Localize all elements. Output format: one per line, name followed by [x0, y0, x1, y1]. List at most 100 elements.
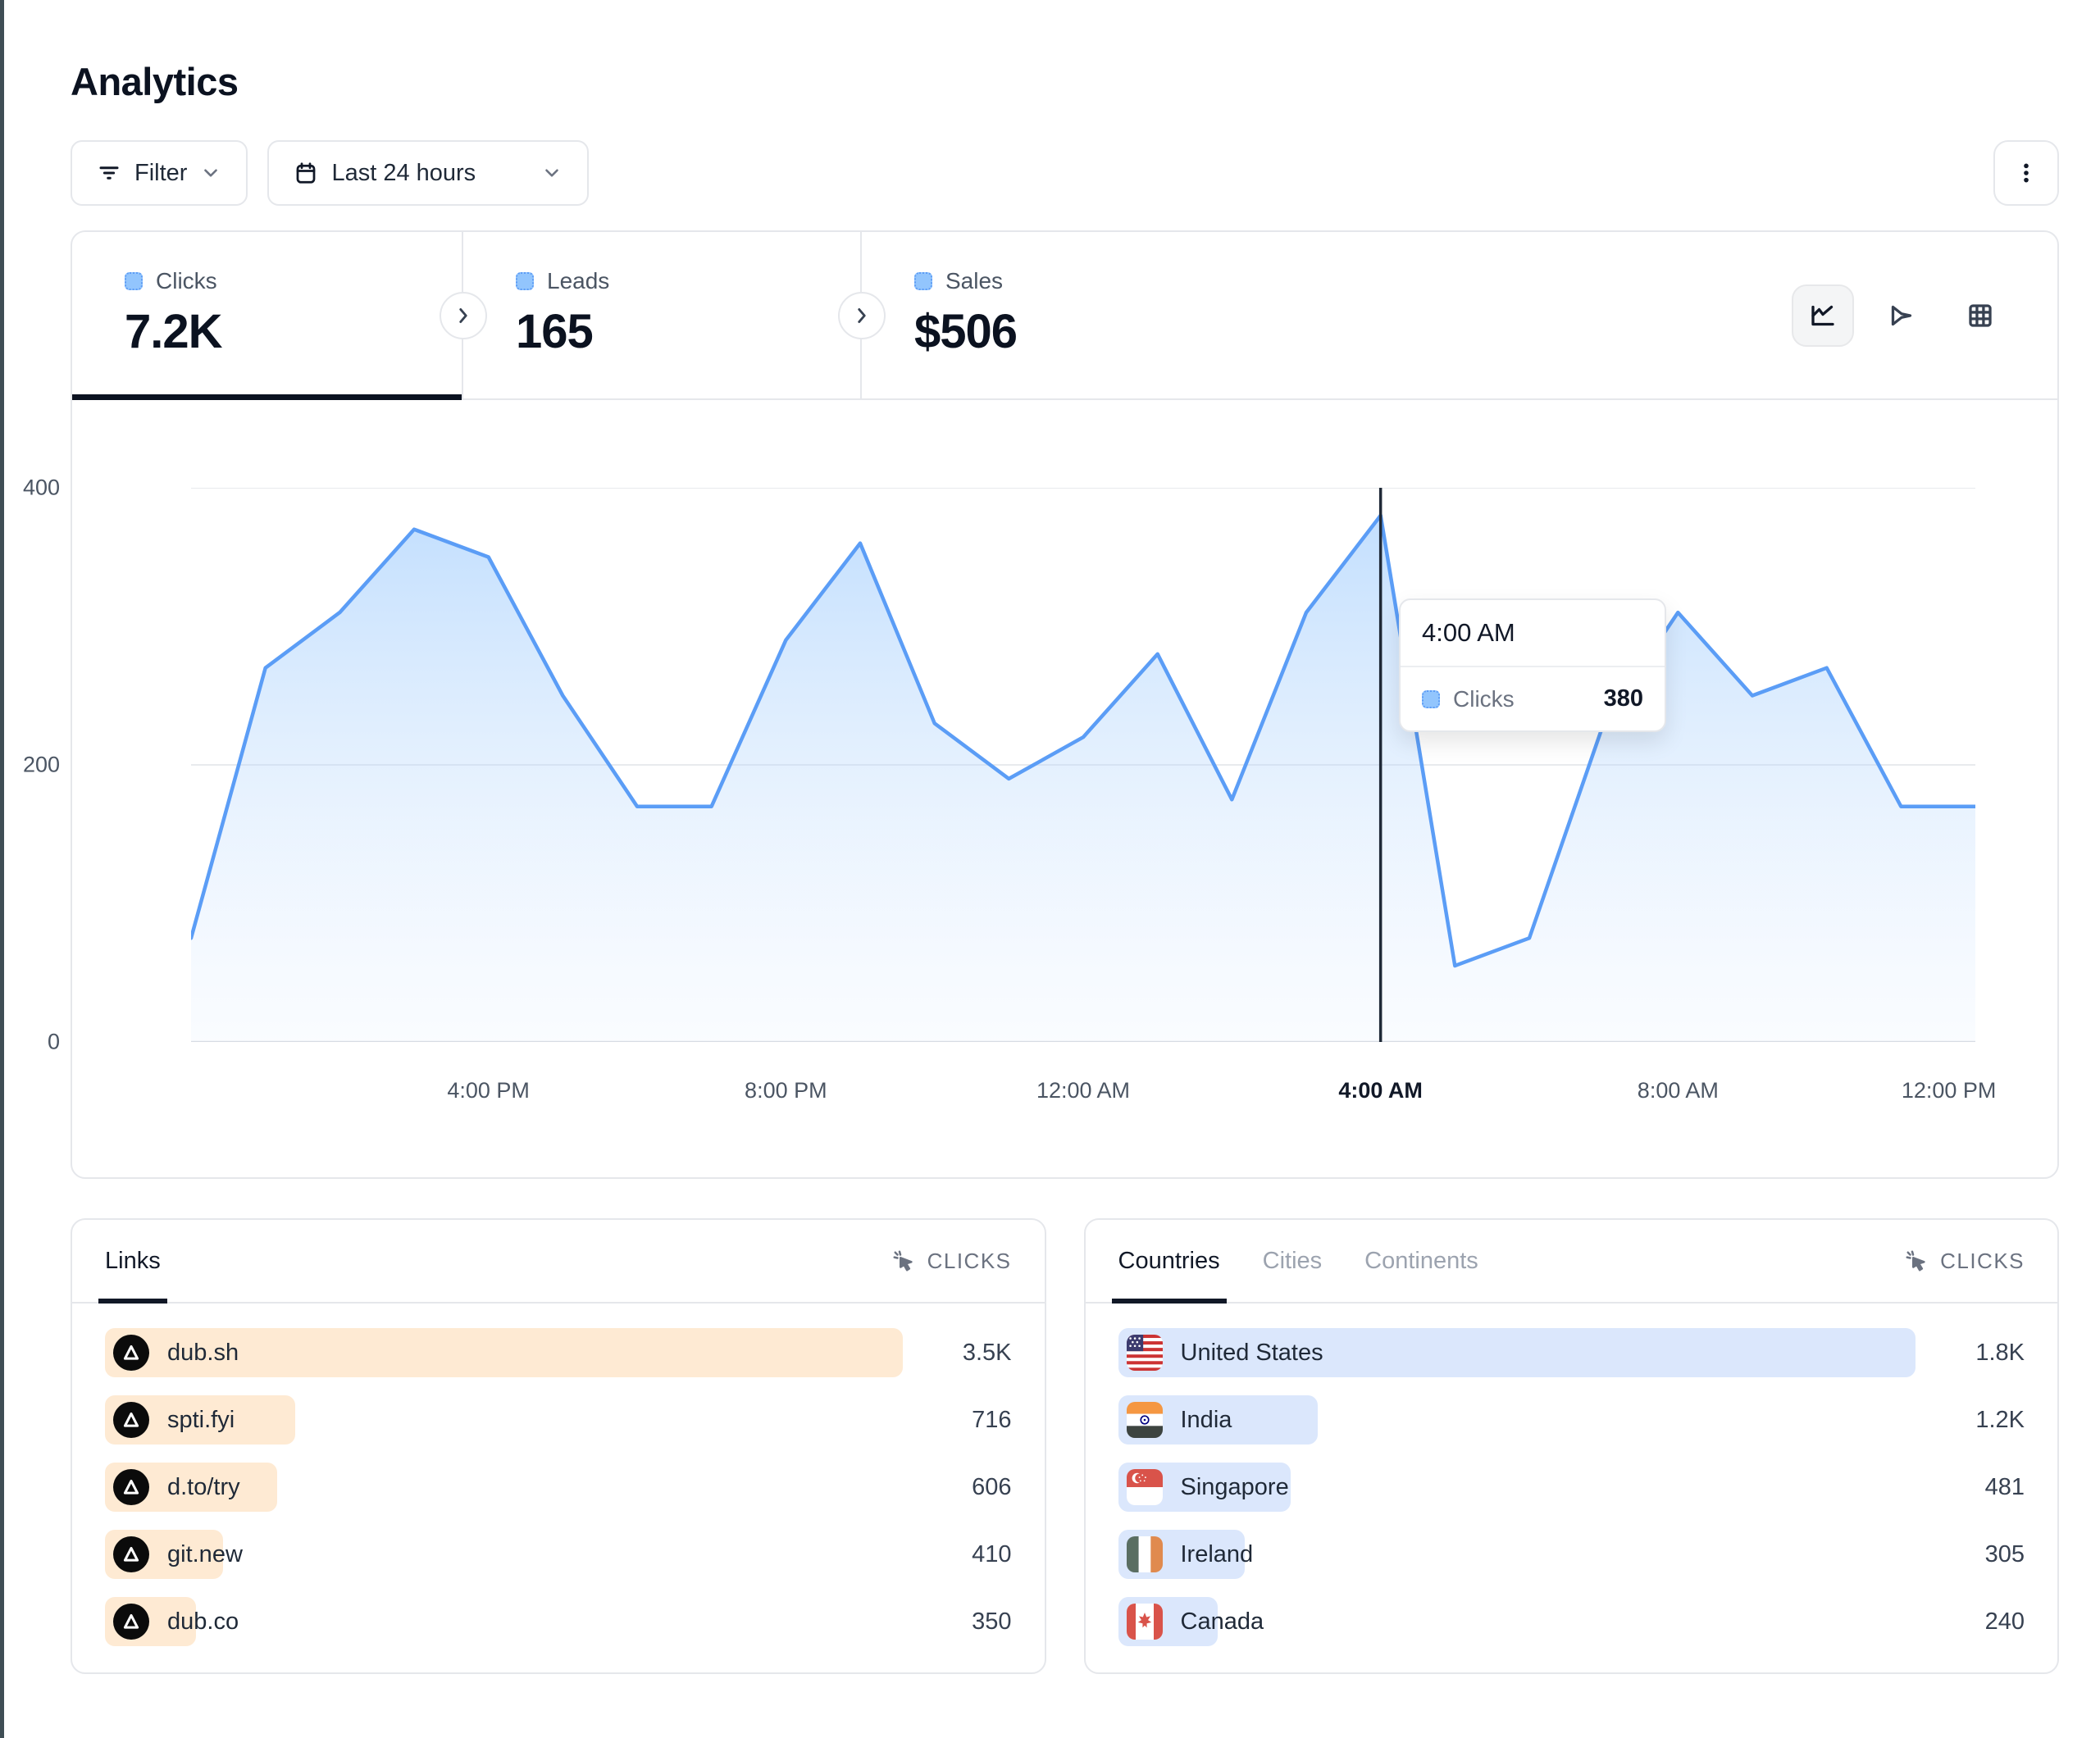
- chart-type-switcher: [1792, 284, 2057, 347]
- countries-list: United States 1.8K India: [1086, 1304, 2058, 1646]
- tab-continents[interactable]: Continents: [1364, 1220, 1478, 1302]
- sales-series-swatch: [914, 272, 932, 290]
- tab-links-label: Links: [105, 1248, 161, 1275]
- link-value: 410: [972, 1541, 1011, 1568]
- dub-logo-icon: [113, 1536, 149, 1572]
- clicks-time-series-chart[interactable]: 400 200 0 4:00 PM8:00 PM12: [72, 400, 2057, 1177]
- filter-button-label: Filter: [134, 160, 187, 187]
- link-label: git.new: [167, 1541, 243, 1568]
- chevron-down-icon: [541, 162, 563, 184]
- country-value: 305: [1985, 1541, 2025, 1568]
- country-row[interactable]: Canada 240: [1118, 1597, 2025, 1646]
- dub-logo-icon: [113, 1469, 149, 1505]
- link-label: dub.co: [167, 1608, 239, 1636]
- page-title: Analytics: [71, 59, 2059, 104]
- tab-sales-label: Sales: [945, 268, 1003, 294]
- x-axis: 4:00 PM8:00 PM12:00 AM4:00 AM8:00 AM12:0…: [191, 1067, 1975, 1116]
- tab-links[interactable]: Links: [105, 1220, 161, 1302]
- country-value: 481: [1985, 1474, 2025, 1501]
- dub-logo-icon: [113, 1335, 149, 1371]
- tab-clicks[interactable]: Clicks 7.2K: [72, 232, 462, 398]
- table-grid-icon[interactable]: [1949, 284, 2011, 347]
- chart-area-fill: [191, 516, 1975, 1042]
- window-edge: [0, 0, 4, 1738]
- analytics-page: Analytics Filter Last 24 hours: [0, 0, 2100, 1674]
- country-label: United States: [1181, 1340, 1323, 1367]
- links-metric-selector[interactable]: CLICKS: [891, 1249, 1012, 1274]
- link-label: dub.sh: [167, 1340, 239, 1367]
- filter-lines-icon: [97, 161, 121, 185]
- country-label: Canada: [1181, 1608, 1264, 1636]
- tab-cities[interactable]: Cities: [1263, 1220, 1323, 1302]
- dub-logo-icon: [113, 1402, 149, 1438]
- country-label: Singapore: [1181, 1474, 1289, 1501]
- country-row[interactable]: India 1.2K: [1118, 1395, 2025, 1445]
- filter-button[interactable]: Filter: [71, 140, 248, 206]
- links-metric-label: CLICKS: [927, 1249, 1012, 1274]
- y-axis-label: 400: [0, 475, 60, 501]
- tab-leads[interactable]: Leads 165: [463, 232, 860, 398]
- x-axis-label: 12:00 PM: [1902, 1078, 1997, 1103]
- tab-clicks-value: 7.2K: [125, 304, 462, 359]
- countries-metric-selector[interactable]: CLICKS: [1904, 1249, 2025, 1274]
- calendar-icon: [294, 161, 318, 185]
- x-axis-label: 4:00 PM: [447, 1078, 530, 1103]
- country-value: 240: [1985, 1608, 2025, 1636]
- chart-tooltip: 4:00 AM Clicks 380: [1399, 598, 1666, 732]
- x-axis-label: 4:00 AM: [1338, 1078, 1423, 1103]
- chevron-down-icon: [200, 162, 221, 184]
- country-value: 1.8K: [1975, 1340, 2025, 1367]
- cursor-click-icon: [1904, 1249, 1929, 1273]
- tooltip-series-label: Clicks: [1453, 686, 1515, 712]
- chevron-right-icon[interactable]: [440, 292, 487, 339]
- countries-panel: Countries Cities Continents: [1084, 1218, 2060, 1674]
- y-axis-label: 200: [0, 753, 60, 778]
- tab-countries[interactable]: Countries: [1118, 1220, 1220, 1302]
- tab-sales-value: $506: [914, 304, 1288, 359]
- link-row[interactable]: d.to/try 606: [105, 1463, 1012, 1512]
- clicks-series-swatch: [125, 272, 143, 290]
- tab-sales[interactable]: Sales $506: [862, 232, 1288, 398]
- countries-metric-label: CLICKS: [1940, 1249, 2025, 1274]
- flag-india-icon: [1127, 1402, 1163, 1438]
- funnel-chart-icon[interactable]: [1870, 284, 1933, 347]
- link-row[interactable]: dub.co 350: [105, 1597, 1012, 1646]
- country-value: 1.2K: [1975, 1407, 2025, 1434]
- date-range-button[interactable]: Last 24 hours: [267, 140, 589, 206]
- date-range-label: Last 24 hours: [331, 160, 476, 187]
- line-chart-icon[interactable]: [1792, 284, 1854, 347]
- more-options-button[interactable]: [1993, 140, 2059, 206]
- x-axis-label: 8:00 PM: [745, 1078, 827, 1103]
- country-row[interactable]: United States 1.8K: [1118, 1328, 2025, 1377]
- link-row[interactable]: dub.sh 3.5K: [105, 1328, 1012, 1377]
- links-panel: Links CLICKS: [71, 1218, 1046, 1674]
- flag-singapore-icon: [1127, 1469, 1163, 1505]
- leads-series-swatch: [516, 272, 534, 290]
- dub-logo-icon: [113, 1604, 149, 1640]
- link-value: 606: [972, 1474, 1011, 1501]
- link-row[interactable]: spti.fyi 716: [105, 1395, 1012, 1445]
- links-list: dub.sh 3.5K spti.fyi 716: [72, 1304, 1045, 1646]
- tooltip-value: 380: [1604, 685, 1643, 712]
- link-value: 3.5K: [963, 1340, 1012, 1367]
- analytics-card: Clicks 7.2K Leads 165: [71, 230, 2059, 1179]
- toolbar: Filter Last 24 hours: [71, 140, 2059, 206]
- cursor-click-icon: [891, 1249, 916, 1273]
- tab-leads-value: 165: [516, 304, 860, 359]
- clicks-series-swatch: [1422, 690, 1440, 708]
- chevron-right-icon[interactable]: [838, 292, 886, 339]
- country-row[interactable]: Ireland 305: [1118, 1530, 2025, 1579]
- tab-clicks-label: Clicks: [156, 268, 217, 294]
- tab-cities-label: Cities: [1263, 1248, 1323, 1275]
- y-axis-label: 0: [0, 1030, 60, 1055]
- tab-leads-label: Leads: [547, 268, 609, 294]
- link-value: 716: [972, 1407, 1011, 1434]
- flag-ireland-icon: [1127, 1536, 1163, 1572]
- kebab-menu-icon: [2013, 160, 2039, 186]
- links-panel-header: Links CLICKS: [72, 1220, 1045, 1304]
- tab-continents-label: Continents: [1364, 1248, 1478, 1275]
- link-row[interactable]: git.new 410: [105, 1530, 1012, 1579]
- country-label: Ireland: [1181, 1541, 1254, 1568]
- country-row[interactable]: Singapore 481: [1118, 1463, 2025, 1512]
- chart-plot-area[interactable]: [191, 488, 1975, 1042]
